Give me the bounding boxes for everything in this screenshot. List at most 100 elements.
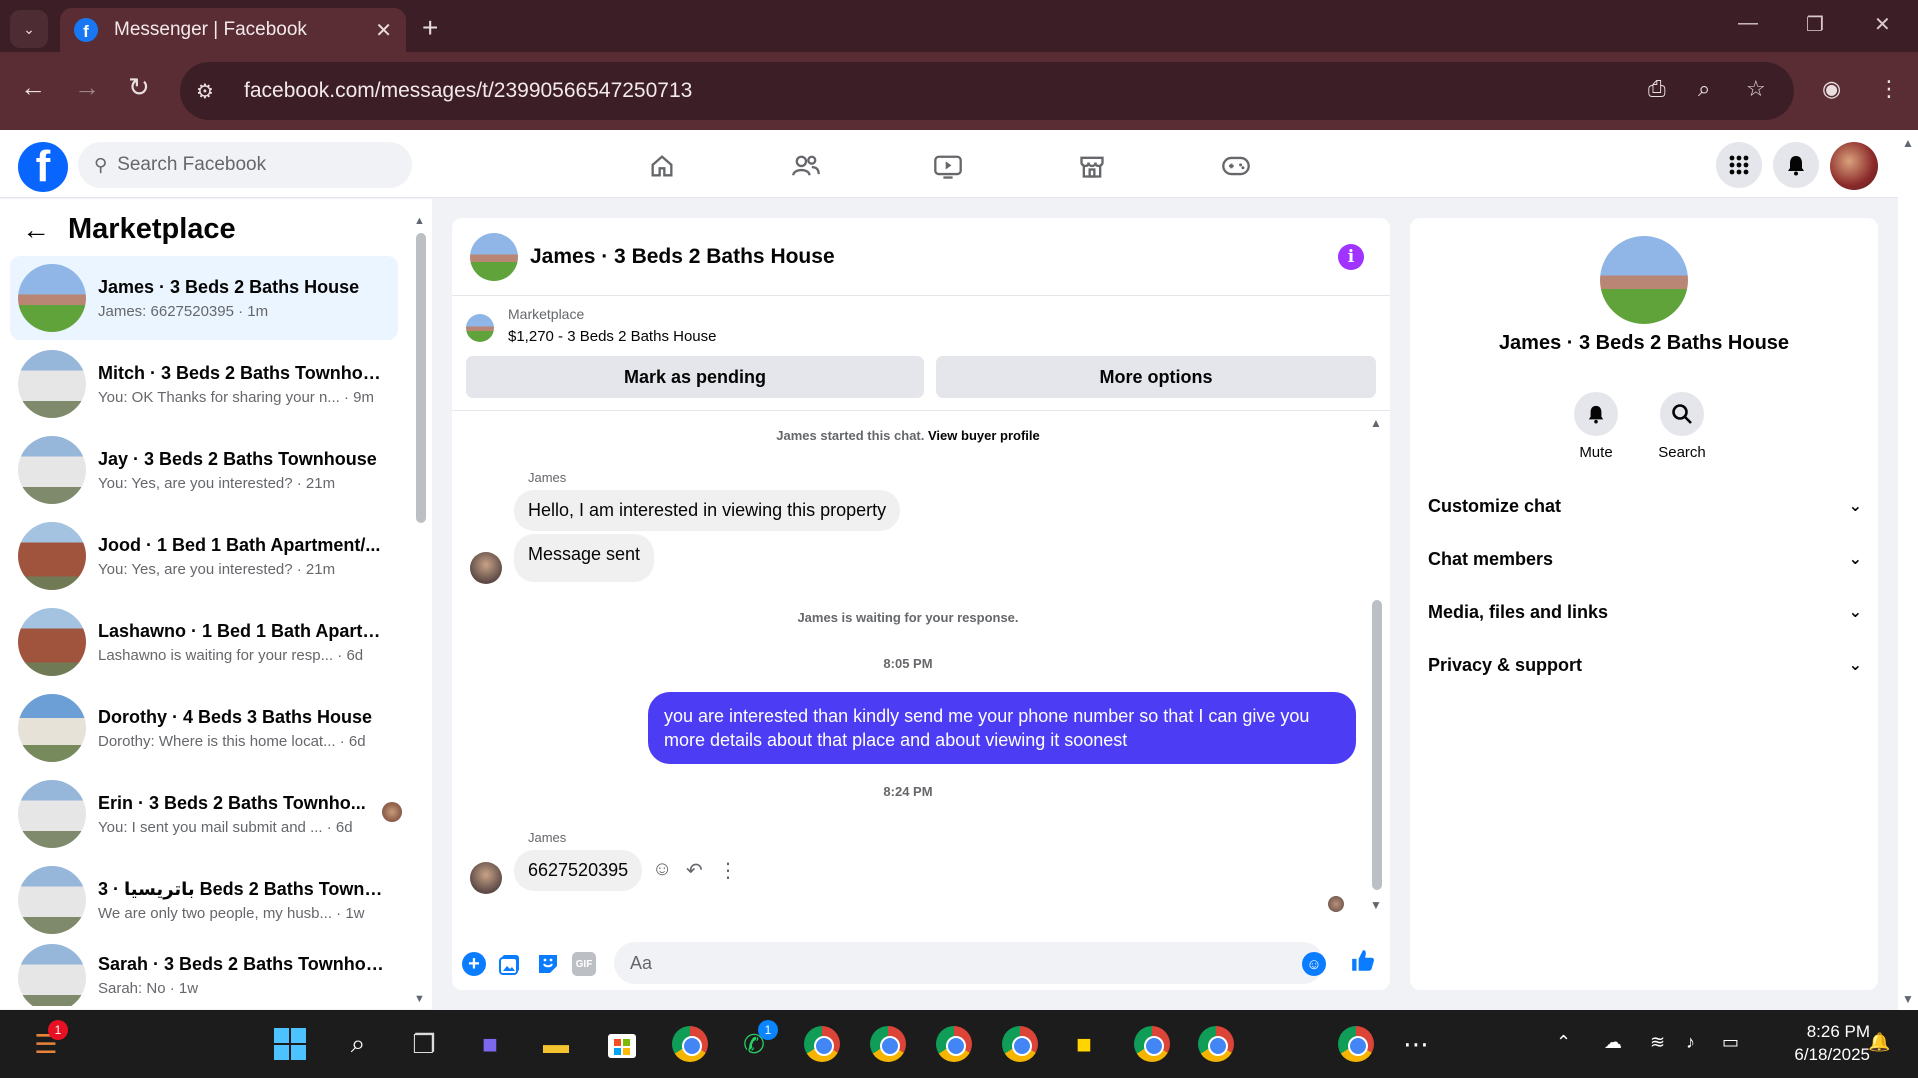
restore-icon[interactable]: ❐ — [1806, 12, 1824, 37]
chat-title[interactable]: James · 3 Beds 2 Baths House — [530, 245, 835, 269]
incoming-message[interactable]: 6627520395 — [514, 850, 643, 891]
facebook-logo-icon[interactable]: f — [18, 142, 68, 192]
privacy-support-section[interactable]: Privacy & support ⌄ — [1428, 645, 1862, 685]
chrome-profile-icon[interactable] — [1198, 1026, 1234, 1062]
scroll-down-arrow-icon[interactable]: ▼ — [1902, 992, 1914, 1006]
scroll-down-arrow-icon[interactable]: ▼ — [1370, 898, 1382, 912]
battery-icon[interactable]: ▭ — [1722, 1032, 1739, 1053]
volume-icon[interactable]: ♪ — [1686, 1032, 1695, 1053]
notification-bell-icon[interactable]: 🔔 — [1868, 1032, 1890, 1053]
scroll-down-arrow-icon[interactable]: ▼ — [414, 993, 425, 1005]
more-options-button[interactable]: More options — [936, 356, 1376, 398]
chrome-profile-icon[interactable] — [1134, 1026, 1170, 1062]
more-actions-icon[interactable]: ⋮ — [718, 858, 738, 883]
photo-icon[interactable] — [498, 952, 522, 976]
sticker-icon[interactable] — [536, 952, 560, 976]
customize-chat-section[interactable]: Customize chat ⌄ — [1428, 486, 1862, 526]
conversation-item[interactable]: Mitch · 3 Beds 2 Baths Townhou... You: OK… — [10, 342, 398, 426]
sticky-notes-icon[interactable]: ■ — [1064, 1024, 1104, 1064]
profile-icon[interactable]: ◉ — [1822, 76, 1841, 102]
conversation-item[interactable]: باتريسيا · 3 Beds 2 Baths Townhouse... We… — [10, 858, 398, 942]
chrome-icon[interactable] — [672, 1026, 708, 1062]
taskbar-search-icon[interactable]: ⌕ — [338, 1024, 378, 1064]
video-icon[interactable] — [928, 148, 968, 184]
thumbs-up-icon[interactable] — [1350, 948, 1376, 981]
incoming-message[interactable]: Message sent — [514, 534, 655, 582]
emoji-icon[interactable]: ☺ — [1302, 952, 1326, 976]
windows-start-icon[interactable] — [270, 1024, 310, 1064]
chat-avatar[interactable] — [470, 232, 518, 281]
site-info-icon[interactable]: ⚙ — [196, 79, 226, 104]
zoom-icon[interactable]: ⌕ — [1698, 76, 1710, 102]
conversation-item[interactable]: Lashawno · 1 Bed 1 Bath Apartm... Lashawn… — [10, 600, 398, 684]
chrome-profile-icon[interactable] — [804, 1026, 840, 1062]
scroll-up-arrow-icon[interactable]: ▲ — [414, 215, 425, 227]
media-files-links-section[interactable]: Media, files and links ⌄ — [1428, 592, 1862, 632]
close-window-icon[interactable]: ✕ — [1874, 12, 1891, 37]
browser-tab[interactable]: f Messenger | Facebook ✕ — [60, 8, 406, 52]
wifi-icon[interactable]: ≋ — [1650, 1032, 1665, 1053]
task-view-icon[interactable]: ❐ — [404, 1024, 444, 1064]
scroll-up-arrow-icon[interactable]: ▲ — [1370, 416, 1382, 430]
conversation-item[interactable]: James · 3 Beds 2 Baths House James: 66275… — [10, 256, 398, 340]
chrome-profile-icon[interactable] — [1338, 1026, 1374, 1062]
new-tab-icon[interactable]: + — [422, 12, 438, 44]
chat-scrollbar[interactable]: ▲ ▼ — [1370, 416, 1384, 916]
conversation-item[interactable]: Sarah · 3 Beds 2 Baths Townhou... Sarah: … — [10, 944, 398, 1006]
back-arrow-icon[interactable]: ← — [22, 214, 50, 246]
chrome-profile-icon[interactable] — [936, 1026, 972, 1062]
file-explorer-icon[interactable]: ▬ — [536, 1024, 576, 1064]
minimize-icon[interactable]: — — [1738, 12, 1758, 35]
sender-avatar[interactable] — [470, 862, 502, 894]
more-apps-icon[interactable]: ⋯ — [1396, 1024, 1436, 1064]
address-bar[interactable]: ⚙ facebook.com/messages/t/23990566547250… — [180, 62, 1794, 120]
marketplace-icon[interactable] — [1072, 148, 1112, 184]
conversation-item[interactable]: Jay · 3 Beds 2 Baths Townhouse You: Yes, … — [10, 428, 398, 512]
system-clock[interactable]: 8:26 PM 6/18/2025 — [1760, 1020, 1870, 1066]
info-icon[interactable]: i — [1338, 244, 1364, 270]
install-app-icon[interactable]: ⎙ — [1648, 76, 1666, 102]
menu-grid-icon[interactable] — [1716, 142, 1762, 188]
home-icon[interactable] — [642, 148, 682, 184]
chat-members-section[interactable]: Chat members ⌄ — [1428, 539, 1862, 579]
conversation-scrollbar[interactable]: ▲ ▼ — [414, 215, 426, 1005]
friends-icon[interactable] — [786, 148, 826, 184]
show-hidden-icons-chevron-icon[interactable]: ⌃ — [1556, 1032, 1571, 1053]
incoming-message[interactable]: Hello, I am interested in viewing this p… — [514, 490, 901, 531]
reload-icon[interactable]: ↻ — [128, 72, 150, 103]
notifications-bell-icon[interactable] — [1773, 142, 1819, 188]
close-tab-icon[interactable]: ✕ — [375, 18, 392, 43]
browser-menu-icon[interactable]: ⋮ — [1878, 76, 1900, 102]
react-emoji-icon[interactable]: ☺ — [652, 858, 672, 881]
onedrive-icon[interactable]: ☁ — [1604, 1032, 1622, 1053]
teams-meet-icon[interactable]: ■ — [470, 1024, 510, 1064]
add-plus-icon[interactable]: + — [462, 952, 486, 976]
search-in-chat-button[interactable]: Search — [1642, 392, 1722, 461]
gif-icon[interactable]: GIF — [572, 952, 596, 976]
account-avatar[interactable] — [1830, 142, 1878, 190]
forward-icon[interactable]: → — [74, 72, 100, 103]
listing-summary[interactable]: Marketplace $1,270 - 3 Beds 2 Baths Hous… — [466, 306, 716, 345]
mark-as-pending-button[interactable]: Mark as pending — [466, 356, 924, 398]
mute-button[interactable]: Mute — [1556, 392, 1636, 461]
outgoing-message[interactable]: you are interested than kindly send me y… — [648, 692, 1356, 764]
microsoft-store-icon[interactable] — [602, 1024, 642, 1064]
tab-search-icon[interactable]: ⌄ — [10, 10, 48, 48]
facebook-search-input[interactable]: ⚲ Search Facebook — [78, 142, 412, 188]
view-buyer-profile-link[interactable]: View buyer profile — [928, 428, 1040, 443]
scrollbar-thumb[interactable] — [416, 233, 426, 523]
conversation-item[interactable]: Jood · 1 Bed 1 Bath Apartment/... You: Ye… — [10, 514, 398, 598]
scrollbar-thumb[interactable] — [1372, 600, 1382, 890]
conversation-item[interactable]: Dorothy · 4 Beds 3 Baths House Dorothy: W… — [10, 686, 398, 770]
bookmark-star-icon[interactable]: ☆ — [1746, 76, 1766, 102]
message-input[interactable]: Aa — [614, 942, 1324, 984]
chrome-profile-icon[interactable] — [870, 1026, 906, 1062]
sender-avatar[interactable] — [470, 552, 502, 584]
gaming-icon[interactable] — [1216, 148, 1256, 184]
page-scrollbar[interactable]: ▲ ▼ — [1898, 130, 1918, 1010]
conversation-item[interactable]: Erin · 3 Beds 2 Baths Townho... You: I se… — [10, 772, 402, 856]
back-icon[interactable]: ← — [20, 72, 46, 103]
reply-icon[interactable]: ↶ — [686, 858, 703, 883]
chat-profile-avatar[interactable] — [1600, 236, 1688, 324]
scroll-up-arrow-icon[interactable]: ▲ — [1902, 136, 1914, 150]
